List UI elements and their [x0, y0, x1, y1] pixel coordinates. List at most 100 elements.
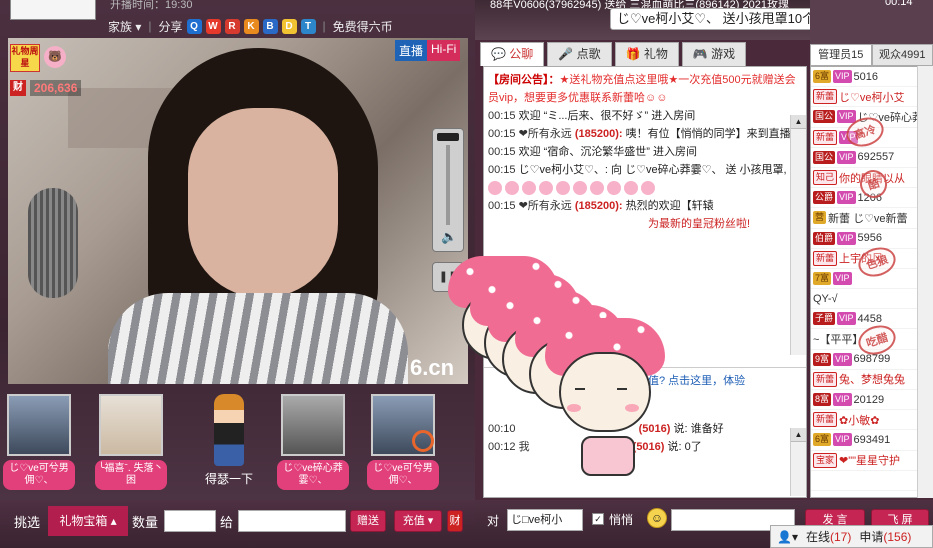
- select-label: 挑选: [14, 515, 41, 530]
- user-name: 1206: [857, 191, 883, 204]
- baidu-icon[interactable]: B: [262, 18, 278, 34]
- scroll-up-arrow[interactable]: ▲: [791, 115, 806, 129]
- weekstar-badge[interactable]: 礼物周星: [10, 44, 40, 72]
- seat-2[interactable]: ╰福喜ˉ. 失落丶困: [95, 390, 167, 490]
- avatar[interactable]: [7, 394, 71, 456]
- user-row[interactable]: 6富 VIP 693491: [811, 430, 932, 451]
- volume-slider[interactable]: 🔈: [432, 128, 464, 252]
- chat-message: 00:15 ❤所有永远 (185200): 咦！有位【悄悄的同学】来到直播间: [488, 128, 802, 140]
- give-button[interactable]: 赠送: [350, 510, 386, 532]
- vip-badge: VIP: [833, 271, 852, 285]
- vip-badge: VIP: [837, 110, 856, 124]
- family-menu[interactable]: 家族 ▾: [108, 18, 141, 35]
- user-row[interactable]: 新蕾 兔、梦想兔兔: [811, 370, 932, 390]
- apply-count[interactable]: 申请(156): [859, 528, 911, 545]
- recharge-button[interactable]: 充值 ▾: [394, 510, 442, 532]
- user-row[interactable]: 新蕾 上宇的风: [811, 249, 932, 269]
- weibo-icon[interactable]: W: [205, 18, 221, 34]
- rank-badge: 6富: [813, 433, 832, 447]
- volume-track[interactable]: [446, 145, 450, 225]
- user-name: 上宇的风: [839, 253, 884, 266]
- user-row[interactable]: 知己 你的眼睛以从: [811, 168, 932, 189]
- user-row[interactable]: 子爵 VIP 4458: [811, 309, 932, 330]
- user-row[interactable]: 新蕾 じ♡ve柯小艾: [811, 87, 932, 108]
- rank-badge: 新蕾: [813, 89, 838, 105]
- wealth-counter: 财 206,636: [10, 80, 82, 96]
- chat-message: 为最新的皇冠粉丝啦!: [648, 218, 751, 230]
- tab-audience[interactable]: 观众4991: [871, 44, 933, 66]
- seat-name: 得瑟一下: [204, 472, 253, 486]
- vip-badge: VIP: [837, 150, 856, 164]
- tab-song-request[interactable]: 🎤 点歌: [547, 42, 612, 66]
- user-row[interactable]: 伯爵 VIP 5956: [811, 229, 932, 249]
- tab-public-chat[interactable]: 💬 公聊: [480, 42, 545, 66]
- vip-badge: VIP: [837, 312, 856, 326]
- user-row[interactable]: 6富 VIP 5016: [811, 67, 932, 88]
- user-name: じ♡ve碎心莽: [857, 111, 924, 124]
- user-row[interactable]: 国公 VIP じ♡ve碎心莽: [811, 107, 932, 128]
- qzone-icon[interactable]: Q: [186, 18, 202, 34]
- kaixin-icon[interactable]: K: [243, 18, 259, 34]
- whisper-checkbox[interactable]: ✓: [592, 513, 604, 525]
- tab-games[interactable]: 🎮 游戏: [681, 42, 747, 66]
- tab-gifts[interactable]: 🎁 礼物: [614, 42, 679, 66]
- renren-icon[interactable]: R: [224, 18, 240, 34]
- open-time: 开播时间：19:30: [110, 0, 193, 11]
- free-coins-link[interactable]: 免费得六币: [333, 18, 393, 35]
- user-name: 5016: [853, 70, 879, 83]
- seat-3[interactable]: 得瑟一下: [196, 390, 262, 488]
- volume-knob[interactable]: [437, 133, 459, 141]
- cartoon-baby-gift: [545, 318, 665, 478]
- speaker-icon[interactable]: 🔈: [441, 229, 457, 245]
- quantity-input[interactable]: [164, 510, 216, 532]
- wealth-button[interactable]: 财: [447, 510, 463, 532]
- user-row[interactable]: 9富 VIP 698799: [811, 350, 932, 370]
- online-count[interactable]: 在线(17): [806, 528, 851, 545]
- emoji-icon[interactable]: ☺: [647, 508, 667, 528]
- gift-bar: 挑选 礼物宝箱 ▴ 数量 给 赠送 充值 ▾ 财: [0, 500, 475, 548]
- seat-4[interactable]: じ♡ve碎心莽霎♡、: [277, 390, 349, 490]
- recipient-input[interactable]: [238, 510, 346, 532]
- chat-message: 00:15 じ♡ve柯小艾♡、: 向 じ♡ve碎心莽霎♡、 送 小孩甩罩,: [488, 164, 787, 176]
- guest-seats: じ♡ve可兮男佣♡、 ╰福喜ˉ. 失落丶困 得瑟一下 じ♡ve碎心莽霎♡、 じ♡…: [3, 390, 468, 500]
- avatar-figure[interactable]: [214, 394, 244, 466]
- hifi-tag[interactable]: Hi-Fi: [427, 40, 461, 61]
- scroll-up-arrow[interactable]: ▲: [791, 428, 806, 442]
- streamer-shirt: [108, 293, 408, 384]
- avatar[interactable]: [281, 394, 345, 456]
- user-list-scrollbar[interactable]: [917, 66, 933, 498]
- user-row[interactable]: ~【平平】: [811, 329, 932, 350]
- host-avatar[interactable]: [10, 0, 96, 20]
- user-row[interactable]: 7富 VIP: [811, 269, 932, 290]
- recipient-label: 给: [220, 515, 234, 530]
- tab-admins[interactable]: 管理员15: [810, 44, 872, 66]
- tqq-icon[interactable]: T: [300, 18, 316, 34]
- user-row[interactable]: 新蕾 ✿小敏✿: [811, 410, 932, 431]
- rank-badge: 子爵: [813, 312, 836, 326]
- vip-badge: VIP: [837, 191, 856, 205]
- douban-icon[interactable]: D: [281, 18, 297, 34]
- seat-1[interactable]: じ♡ve可兮男佣♡、: [3, 390, 75, 490]
- user-row[interactable]: 营新蕾 じ♡ve新蕾: [811, 208, 932, 229]
- seat-name: ╰福喜ˉ. 失落丶困: [95, 460, 167, 490]
- spin-icon[interactable]: [412, 430, 434, 452]
- wealth-icon: 财: [10, 80, 26, 96]
- private-scrollbar[interactable]: ▲: [790, 428, 806, 496]
- user-row[interactable]: 公爵 VIP 1206: [811, 188, 932, 209]
- chat-tabs: 💬 公聊 🎤 点歌 🎁 礼物 🎮 游戏: [480, 42, 747, 66]
- gift-box-button[interactable]: 礼物宝箱 ▴: [48, 506, 128, 536]
- user-row[interactable]: 国公 VIP 692557: [811, 148, 932, 168]
- user-row[interactable]: 新蕾 VIP ˇ: [811, 128, 932, 148]
- user-name: じ♡ve柯小艾: [839, 91, 905, 104]
- bear-badge-icon[interactable]: 🐻: [44, 46, 66, 68]
- avatar[interactable]: [99, 394, 163, 456]
- user-row[interactable]: 宝家 ❤""星星守护: [811, 451, 932, 471]
- seat-name: じ♡ve可兮男佣♡、: [3, 460, 75, 490]
- chat-scrollbar[interactable]: ▲: [790, 115, 806, 355]
- room-notice: 【房间公告】：★送礼物充值点这里哦★一次充值500元就赠送会员vip，想要更多优…: [488, 74, 796, 104]
- vip-badge: VIP: [839, 130, 858, 144]
- recipient-select[interactable]: じ□ve柯小: [507, 509, 583, 531]
- user-row[interactable]: QY-√: [811, 289, 932, 310]
- user-row[interactable]: 8富 VIP 20129: [811, 390, 932, 411]
- user-row[interactable]: [811, 471, 932, 491]
